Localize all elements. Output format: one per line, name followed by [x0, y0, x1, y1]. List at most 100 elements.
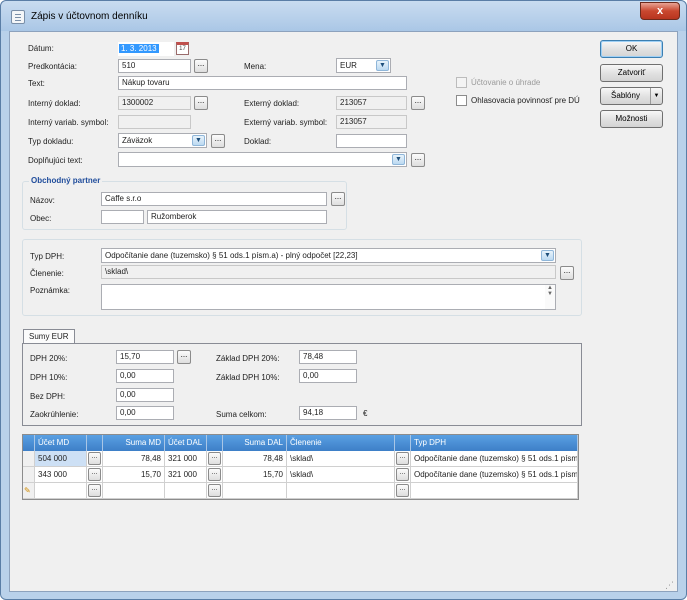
partner-group-title: Obchodný partner: [29, 176, 103, 185]
ucet-dal-browse-button[interactable]: ...: [208, 452, 221, 465]
externy-variab-symbol-field[interactable]: 213057: [336, 115, 407, 129]
moznosti-button[interactable]: Možnosti: [600, 110, 663, 128]
chevron-down-icon[interactable]: ▼: [650, 88, 662, 104]
table-cell-typ-dph[interactable]: Odpočítanie dane (tuzemsko) § 51 ods.1 p…: [411, 467, 578, 483]
dialog-window: Zápis v účtovnom denníku x Dátum: 1. 3. …: [0, 0, 687, 600]
suma-celkom-field[interactable]: 94,18: [299, 406, 357, 420]
doplnujuci-text-select[interactable]: ▼: [118, 152, 407, 167]
clenenie-browse-button[interactable]: ...: [396, 484, 409, 497]
grid-header-typ-dph[interactable]: Typ DPH: [411, 435, 578, 451]
interny-doklad-browse-button[interactable]: ...: [194, 96, 208, 110]
interny-variab-symbol-field[interactable]: [118, 115, 191, 129]
new-row-icon[interactable]: ✎: [23, 483, 35, 499]
zaokruhlenie-field[interactable]: 0,00: [116, 406, 174, 420]
row-indicator[interactable]: [23, 451, 35, 467]
table-cell-clenenie[interactable]: \sklad\: [287, 451, 395, 467]
partner-psc-field[interactable]: [101, 210, 144, 224]
zatvorit-button[interactable]: Zatvoriť: [600, 64, 663, 82]
tab-sumy-eur[interactable]: Sumy EUR: [23, 329, 75, 344]
typ-dph-select[interactable]: Odpočítanie dane (tuzemsko) § 51 ods.1 p…: [101, 248, 556, 263]
bez-dph-field[interactable]: 0,00: [116, 388, 174, 402]
table-cell-typ-dph[interactable]: Odpočítanie dane (tuzemsko) § 51 ods.1 p…: [411, 451, 578, 467]
chevron-down-icon[interactable]: ▼: [392, 154, 405, 165]
poznamka-scrollbar[interactable]: ▲ ▼: [545, 285, 555, 309]
grid-header-suma-dal[interactable]: Suma DAL: [223, 435, 287, 451]
clenenie-browse-button[interactable]: ...: [396, 452, 409, 465]
dph10-field[interactable]: 0,00: [116, 369, 174, 383]
ucet-md-browse-button[interactable]: ...: [88, 468, 101, 481]
zaklad10-field[interactable]: 0,00: [299, 369, 357, 383]
table-cell-new[interactable]: [287, 483, 395, 499]
typ-dokladu-select[interactable]: Záväzok ▼: [118, 133, 207, 148]
dph20-field[interactable]: 15,70: [116, 350, 174, 364]
table-cell-new[interactable]: [35, 483, 87, 499]
row-indicator[interactable]: [23, 467, 35, 483]
doplnujuci-text-browse-button[interactable]: ...: [411, 153, 425, 167]
table-cell-suma-md[interactable]: 78,48: [103, 451, 165, 467]
table-cell-btn: ...: [395, 451, 411, 467]
typ-dph-value: Odpočítanie dane (tuzemsko) § 51 ods.1 p…: [105, 251, 358, 260]
table-cell-new[interactable]: [411, 483, 578, 499]
table-cell-btn: ...: [87, 483, 103, 499]
predkontacia-field[interactable]: 510: [118, 59, 191, 73]
grid-header-clenenie[interactable]: Členenie: [287, 435, 395, 451]
predkontacia-browse-button[interactable]: ...: [194, 59, 208, 73]
datum-label: Dátum:: [28, 44, 54, 53]
clenenie-field[interactable]: \sklad\: [101, 265, 556, 279]
doklad-label: Doklad:: [244, 137, 272, 146]
dph20-label: DPH 20%:: [30, 354, 68, 363]
grid-header-ucet-dal[interactable]: Účet DAL: [165, 435, 207, 451]
predkontacia-label: Predkontácia:: [28, 62, 77, 71]
datum-field[interactable]: 1. 3. 2013: [118, 42, 174, 56]
partner-obec-field[interactable]: Ružomberok: [147, 210, 327, 224]
table-cell-new[interactable]: [165, 483, 207, 499]
interny-doklad-field[interactable]: 1300002: [118, 96, 191, 110]
typ-dokladu-browse-button[interactable]: ...: [211, 134, 225, 148]
resize-grip-icon[interactable]: ⋰: [665, 580, 674, 591]
poznamka-field[interactable]: [101, 284, 556, 310]
ucet-md-browse-button[interactable]: ...: [88, 452, 101, 465]
table-cell-btn: ...: [207, 451, 223, 467]
grid-header-ucet-md[interactable]: Účet MD: [35, 435, 87, 451]
partner-obec-label: Obec:: [30, 214, 52, 223]
calendar-icon[interactable]: 17: [176, 42, 189, 55]
chevron-down-icon[interactable]: ▼: [192, 135, 205, 146]
suma-celkom-label: Suma celkom:: [216, 410, 267, 419]
clenenie-browse-button[interactable]: ...: [396, 468, 409, 481]
externy-doklad-browse-button[interactable]: ...: [411, 96, 425, 110]
ucet-md-browse-button[interactable]: ...: [88, 484, 101, 497]
calculator-icon[interactable]: ...: [177, 350, 191, 364]
mena-select[interactable]: EUR ▼: [336, 58, 391, 73]
partner-browse-button[interactable]: ...: [331, 192, 345, 206]
doplnujuci-text-label: Doplňujúci text:: [28, 156, 83, 165]
zaklad20-field[interactable]: 78,48: [299, 350, 357, 364]
ohlasovacia-povinnost-checkbox[interactable]: [456, 95, 467, 106]
table-cell-ucet-md[interactable]: 504 000: [35, 451, 87, 467]
clenenie-browse-button[interactable]: ...: [560, 266, 574, 280]
close-button[interactable]: x: [640, 2, 680, 20]
doklad-field[interactable]: [336, 134, 407, 148]
grid-header-suma-md[interactable]: Suma MD: [103, 435, 165, 451]
table-cell-btn: ...: [395, 483, 411, 499]
title-bar[interactable]: Zápis v účtovnom denníku x: [1, 1, 686, 31]
partner-nazov-field[interactable]: Caffe s.r.o: [101, 192, 327, 206]
ok-button[interactable]: OK: [600, 40, 663, 58]
chevron-down-icon[interactable]: ▼: [541, 250, 554, 261]
table-cell-suma-md[interactable]: 15,70: [103, 467, 165, 483]
ucet-dal-browse-button[interactable]: ...: [208, 484, 221, 497]
sablony-button[interactable]: Šablóny ▼: [600, 87, 663, 105]
table-cell-suma-dal[interactable]: 78,48: [223, 451, 287, 467]
journal-icon: [11, 10, 25, 24]
table-cell-suma-dal[interactable]: 15,70: [223, 467, 287, 483]
window-title: Zápis v účtovnom denníku: [31, 11, 148, 22]
table-cell-ucet-dal[interactable]: 321 000: [165, 467, 207, 483]
table-cell-clenenie[interactable]: \sklad\: [287, 467, 395, 483]
table-cell-new[interactable]: [103, 483, 165, 499]
ucet-dal-browse-button[interactable]: ...: [208, 468, 221, 481]
table-cell-ucet-md[interactable]: 343 000: [35, 467, 87, 483]
chevron-down-icon[interactable]: ▼: [376, 60, 389, 71]
externy-doklad-field[interactable]: 213057: [336, 96, 407, 110]
table-cell-ucet-dal[interactable]: 321 000: [165, 451, 207, 467]
text-field[interactable]: Nákup tovaru: [118, 76, 407, 90]
table-cell-new[interactable]: [223, 483, 287, 499]
